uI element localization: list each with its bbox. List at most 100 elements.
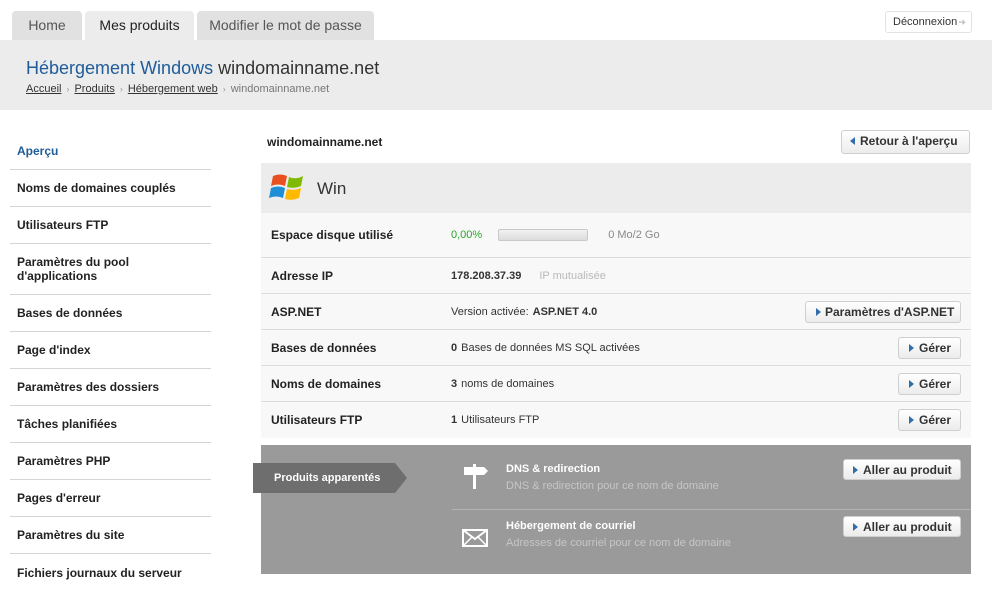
- aspnet-version: ASP.NET 4.0: [532, 305, 598, 318]
- envelope-icon: [462, 529, 488, 547]
- ftp-users-label: Utilisateurs FTP: [271, 413, 363, 427]
- related-product-email: Hébergement de courriel Adresses de cour…: [452, 512, 971, 566]
- back-to-overview-label: Retour à l'aperçu: [860, 134, 958, 148]
- databases-value-cell: 0 Bases de données MS SQL activées: [451, 330, 640, 365]
- chevron-right-icon: [853, 466, 858, 474]
- chevron-right-icon: ›: [119, 84, 123, 94]
- row-domain-names: Noms de domaines 3 noms de domaines Gérer: [261, 366, 971, 402]
- sidebar: Aperçu Noms de domaines couplés Utilisat…: [10, 133, 211, 591]
- databases-count: 0: [451, 341, 458, 354]
- signpost-icon: [464, 464, 488, 489]
- ftp-users-text: Utilisateurs FTP: [461, 414, 540, 426]
- sidebar-item-utilisateurs-ftp[interactable]: Utilisateurs FTP: [10, 207, 211, 244]
- related-dns-go-button[interactable]: Aller au produit: [843, 459, 961, 480]
- related-dns-go-label: Aller au produit: [863, 463, 952, 477]
- row-aspnet: ASP.NET Version activée: ASP.NET 4.0 Para…: [261, 294, 971, 330]
- sidebar-item-parametres-site[interactable]: Paramètres du site: [10, 517, 211, 554]
- tab-mes-produits[interactable]: Mes produits: [85, 11, 194, 40]
- chevron-right-icon: [853, 523, 858, 531]
- sidebar-item-apercu[interactable]: Aperçu: [10, 133, 211, 170]
- details-table: Espace disque utilisé 0,00% 0 Mo/2 Go Ad…: [261, 213, 971, 438]
- related-divider: [452, 509, 971, 510]
- related-products-label: Produits apparentés: [253, 463, 395, 493]
- row-ftp-users: Utilisateurs FTP 1 Utilisateurs FTP Gérer: [261, 402, 971, 438]
- breadcrumb: Accueil › Produits › Hébergement web › windoma…: [26, 83, 329, 95]
- related-email-go-button[interactable]: Aller au produit: [843, 516, 961, 537]
- aspnet-label: ASP.NET: [271, 304, 322, 319]
- disk-space-label: Espace disque utilisé: [271, 228, 394, 242]
- domain-names-count: 3: [451, 377, 458, 390]
- ftp-users-manage-button[interactable]: Gérer: [898, 409, 961, 431]
- tab-home[interactable]: Home: [12, 11, 82, 40]
- related-product-dns: DNS & redirection DNS & redirection pour…: [452, 455, 971, 509]
- ftp-users-manage-label: Gérer: [919, 413, 952, 427]
- breadcrumb-accueil[interactable]: Accueil: [26, 83, 61, 95]
- sidebar-item-parametres-dossiers[interactable]: Paramètres des dossiers: [10, 369, 211, 406]
- domain-name: windomainname.net: [267, 135, 383, 149]
- sidebar-item-taches-planifiees[interactable]: Tâches planifiées: [10, 406, 211, 443]
- databases-text: Bases de données MS SQL activées: [461, 341, 640, 354]
- aspnet-value-cell: Version activée: ASP.NET 4.0: [451, 294, 601, 329]
- page-title-prefix: Hébergement Windows: [26, 58, 214, 78]
- top-nav: Home Mes produits Modifier le mot de pas…: [0, 0, 992, 40]
- related-dns-desc: DNS & redirection pour ce nom de domaine: [506, 480, 719, 492]
- domain-names-manage-button[interactable]: Gérer: [898, 373, 961, 395]
- sidebar-item-bases-de-donnees[interactable]: Bases de données: [10, 295, 211, 332]
- app-window: Home Mes produits Modifier le mot de pas…: [0, 0, 992, 608]
- ip-value: 178.208.37.39: [451, 269, 522, 282]
- page-title-domain: windomainname.net: [218, 58, 380, 78]
- os-header: Win: [261, 163, 971, 213]
- sidebar-item-page-index[interactable]: Page d'index: [10, 332, 211, 369]
- breadcrumb-hebergement-web[interactable]: Hébergement web: [128, 83, 218, 95]
- breadcrumb-current: windomainname.net: [230, 83, 330, 95]
- page-title: Hébergement Windows windomainname.net: [26, 58, 379, 79]
- chevron-right-icon: [816, 308, 821, 316]
- logout-button[interactable]: Déconnexion➜: [885, 11, 972, 33]
- chevron-right-icon: [909, 416, 914, 424]
- arrow-right-icon: ➜: [958, 17, 966, 27]
- row-databases: Bases de données 0 Bases de données MS SQ…: [261, 330, 971, 366]
- domain-names-text: noms de domaines: [461, 377, 555, 390]
- related-email-title: Hébergement de courriel: [506, 520, 636, 532]
- sidebar-item-parametres-php[interactable]: Paramètres PHP: [10, 443, 211, 480]
- breadcrumb-produits[interactable]: Produits: [74, 83, 114, 95]
- sidebar-item-pages-erreur[interactable]: Pages d'erreur: [10, 480, 211, 517]
- windows-logo-icon: [269, 174, 303, 200]
- sidebar-item-noms-de-domaines[interactable]: Noms de domaines couplés: [10, 170, 211, 207]
- aspnet-settings-button[interactable]: Paramètres d'ASP.NET: [805, 301, 961, 323]
- page-header: Hébergement Windows windomainname.net Ac…: [0, 40, 992, 110]
- related-email-go-label: Aller au produit: [863, 520, 952, 534]
- tab-modifier-mot-de-passe[interactable]: Modifier le mot de passe: [197, 11, 374, 40]
- domain-names-label: Noms de domaines: [271, 376, 382, 391]
- databases-manage-label: Gérer: [919, 341, 952, 355]
- chevron-left-icon: [850, 137, 855, 145]
- disk-space-value: 0,00% 0 Mo/2 Go: [451, 213, 660, 257]
- disk-usage-bar: [498, 229, 589, 241]
- sidebar-item-fichiers-journaux[interactable]: Fichiers journaux du serveur: [10, 554, 211, 591]
- aspnet-prefix: Version activée:: [451, 305, 529, 318]
- related-email-desc: Adresses de courriel pour ce nom de doma…: [506, 537, 732, 549]
- ip-note: IP mutualisée: [539, 269, 606, 282]
- aspnet-settings-label: Paramètres d'ASP.NET: [825, 305, 955, 319]
- ip-label: Adresse IP: [271, 268, 334, 283]
- sidebar-item-pool-applications[interactable]: Paramètres du pool d'applications: [10, 244, 211, 295]
- back-to-overview-button[interactable]: Retour à l'aperçu: [841, 130, 970, 154]
- databases-manage-button[interactable]: Gérer: [898, 337, 961, 359]
- disk-usage-text: 0 Mo/2 Go: [608, 229, 660, 241]
- tag-arrow: [395, 463, 407, 493]
- databases-label: Bases de données: [271, 340, 377, 355]
- ip-value-cell: 178.208.37.39 IP mutualisée: [451, 258, 606, 293]
- chevron-right-icon: ›: [66, 84, 70, 94]
- ftp-users-value-cell: 1 Utilisateurs FTP: [451, 402, 539, 438]
- chevron-right-icon: ›: [222, 84, 226, 94]
- domain-names-value-cell: 3 noms de domaines: [451, 366, 554, 401]
- row-ip-address: Adresse IP 178.208.37.39 IP mutualisée: [261, 258, 971, 294]
- disk-percent: 0,00%: [451, 229, 483, 241]
- domain-names-manage-label: Gérer: [919, 377, 952, 391]
- chevron-right-icon: [909, 380, 914, 388]
- chevron-right-icon: [909, 344, 914, 352]
- ftp-users-count: 1: [451, 414, 458, 426]
- related-dns-title: DNS & redirection: [506, 463, 601, 475]
- os-title: Win: [317, 179, 347, 198]
- row-disk-space: Espace disque utilisé 0,00% 0 Mo/2 Go: [261, 213, 971, 258]
